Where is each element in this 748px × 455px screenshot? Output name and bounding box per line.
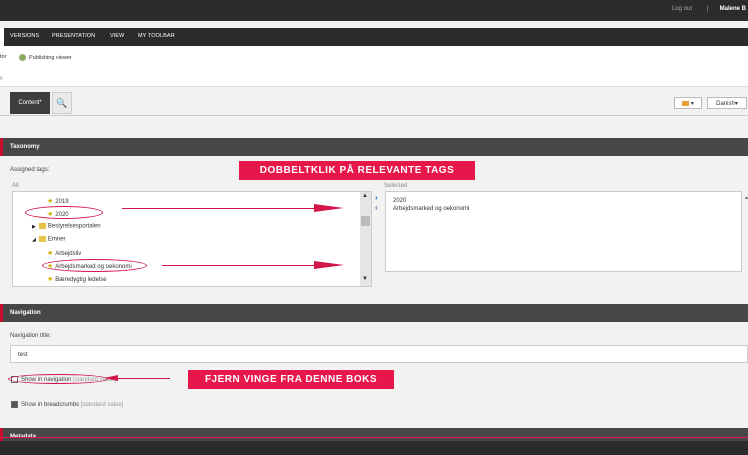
show-in-breadcrumbs-checkbox[interactable] xyxy=(11,401,18,408)
selected-tags-panel[interactable]: 2020 Arbejdsmarked og oekonomi xyxy=(385,191,742,272)
section-accent xyxy=(0,138,3,156)
tab-versions[interactable]: VERSIONS xyxy=(10,33,39,39)
annotation-arrow-head xyxy=(314,261,344,269)
annotation-checkbox-banner: FJERN VINGE FRA DENNE BOKS xyxy=(188,370,394,389)
tree-item-2019[interactable]: ★ 2019 xyxy=(47,197,69,205)
scroll-thumb[interactable] xyxy=(361,216,370,226)
tag-icon: ★ xyxy=(47,250,54,257)
navigation-title-label: Navigation title: xyxy=(10,333,52,339)
all-label: All xyxy=(12,183,19,189)
selected-label: Selected xyxy=(384,183,408,189)
tab-presentation[interactable]: PRESENTATION xyxy=(52,33,95,39)
tree-item-arbejdsliv[interactable]: ★ Arbejdsliv xyxy=(47,249,81,257)
chevron-down-icon: ▾ xyxy=(690,101,694,107)
expand-arrow-icon[interactable]: ▶ xyxy=(32,224,36,230)
tree-item-bestyrelsesportalen[interactable]: ▶ Bestyrelsesportalen xyxy=(32,223,101,230)
topbar-separator: | xyxy=(706,6,708,12)
annotation-arrow-line xyxy=(122,208,316,209)
tag-icon: ★ xyxy=(47,276,54,283)
logout-link[interactable]: Log out xyxy=(672,6,692,12)
section-accent xyxy=(0,304,3,322)
folder-icon xyxy=(38,223,46,229)
folder-icon xyxy=(38,236,46,242)
publishing-viewer-icon xyxy=(19,54,26,61)
tree-item-baeredygtig[interactable]: ★ Bæredygtig ledelse xyxy=(47,275,107,283)
publishing-viewer-button[interactable]: Publishing viewer xyxy=(19,54,72,61)
user-name[interactable]: Malene B xyxy=(720,6,746,12)
section-metadata-header[interactable]: Metadata xyxy=(0,428,748,446)
selected-tag-item[interactable]: Arbejdsmarked og oekonomi xyxy=(393,206,469,212)
annotation-arrow-line xyxy=(116,378,170,379)
move-up-icon[interactable]: ▲ xyxy=(744,195,748,201)
section-title: Navigation xyxy=(10,310,41,316)
publishing-viewer-label: Publishing viewer xyxy=(29,54,72,61)
ribbon-body: tor Publishing viewer h xyxy=(0,46,748,87)
tab-my-toolbar[interactable]: MY TOOLBAR xyxy=(138,33,175,39)
red-outline xyxy=(0,437,748,438)
tag-icon: ★ xyxy=(47,198,54,205)
chevron-down-icon: ▾ xyxy=(734,101,738,107)
tree-item-emner[interactable]: ◢ Emner xyxy=(32,236,66,243)
show-in-breadcrumbs-checkbox-row[interactable]: Show in breadcrumbs [standard value] xyxy=(11,401,123,408)
assigned-tags-label: Assigned tags: xyxy=(10,167,50,173)
bottom-bar xyxy=(0,441,748,455)
section-navigation-header[interactable]: Navigation xyxy=(0,304,748,322)
tab-content[interactable]: Content* xyxy=(10,92,50,114)
search-tab[interactable]: 🔍 xyxy=(52,92,72,114)
tab-view[interactable]: VIEW xyxy=(110,33,124,39)
annotation-arrow-line xyxy=(162,265,316,266)
tree-scrollbar[interactable]: ▲ ▼ xyxy=(360,192,371,286)
ribbon-tabs: VERSIONS PRESENTATION VIEW MY TOOLBAR xyxy=(0,28,748,46)
flag-icon xyxy=(682,100,690,106)
highlight-2020 xyxy=(25,206,103,219)
section-title: Taxonomy xyxy=(10,144,40,150)
scroll-down-icon[interactable]: ▼ xyxy=(362,276,368,282)
annotation-arrow-head xyxy=(104,375,118,381)
annotation-arrow-head xyxy=(314,204,344,212)
version-dropdown-button[interactable]: ▾ xyxy=(674,97,702,109)
collapse-arrow-icon[interactable]: ◢ xyxy=(32,237,36,243)
remove-tag-chevron-icon[interactable]: ‹ xyxy=(375,203,378,212)
language-label: Danish xyxy=(716,101,735,107)
annotation-tags-banner: DOBBELTKLIK PÅ RELEVANTE TAGS xyxy=(239,161,475,180)
divider xyxy=(0,115,748,116)
language-dropdown[interactable]: Danish▾ xyxy=(707,97,747,109)
navigation-title-input[interactable]: test xyxy=(10,345,748,363)
search-icon: 🔍 xyxy=(56,98,68,108)
ribbon-group-label: h xyxy=(0,76,3,82)
highlight-checkbox xyxy=(8,374,108,384)
scroll-up-icon[interactable]: ▲ xyxy=(362,193,368,199)
section-taxonomy-header[interactable]: Taxonomy xyxy=(0,138,748,156)
ribbon-item-partial[interactable]: tor xyxy=(0,54,6,60)
top-bar: Log out | Malene B xyxy=(0,0,748,21)
add-tag-chevron-icon[interactable]: › xyxy=(375,193,378,202)
highlight-arbejdsmarked xyxy=(42,259,147,272)
selected-tag-item[interactable]: 2020 xyxy=(393,198,406,204)
active-tab-edge xyxy=(0,28,4,46)
